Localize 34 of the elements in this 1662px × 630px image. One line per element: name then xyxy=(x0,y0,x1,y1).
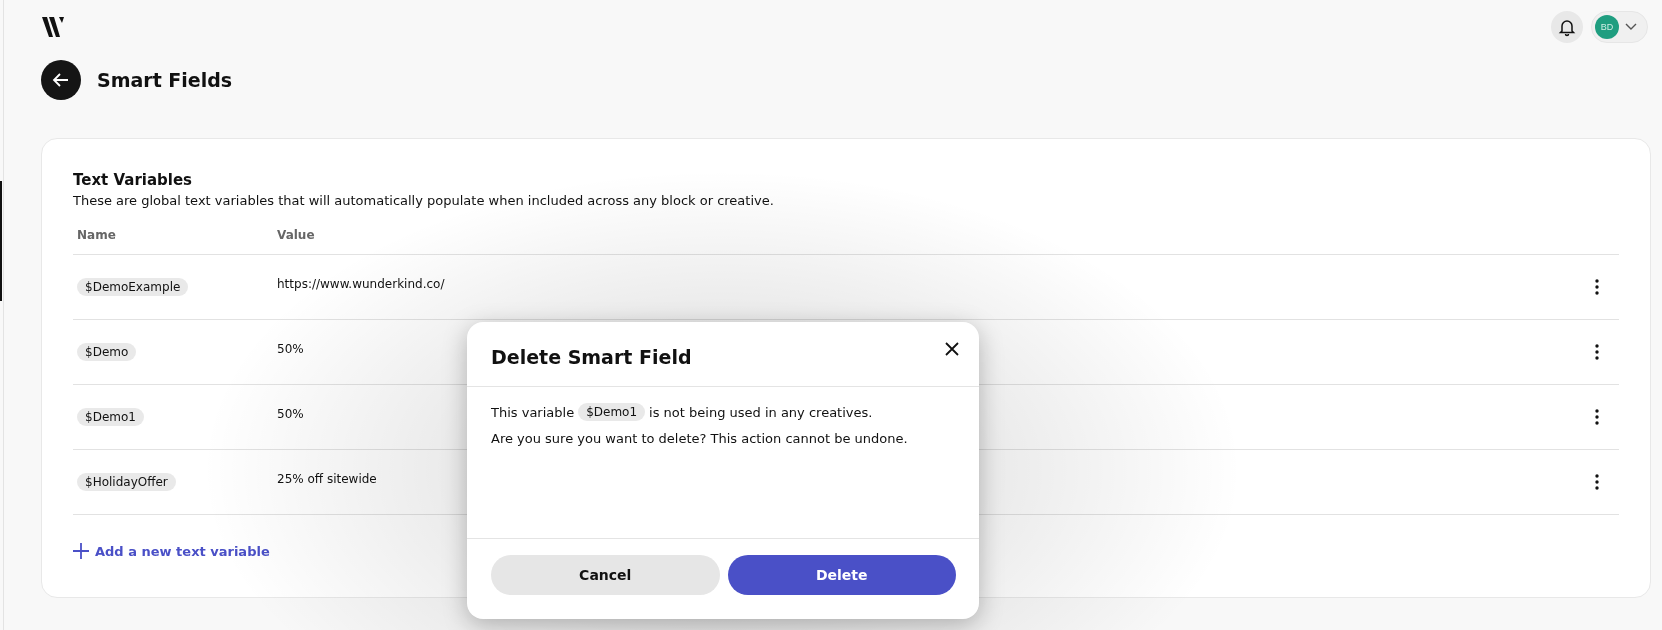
variable-chip: $Demo xyxy=(77,343,137,361)
column-header: Value xyxy=(277,228,315,242)
table-cell: 50% xyxy=(277,407,304,421)
section-description: These are global text variables that will automatically populate when included across any block or creative. xyxy=(73,193,775,208)
delete-button[interactable]: Delete xyxy=(727,555,956,595)
kebab-menu-icon xyxy=(1595,409,1599,425)
cancel-button[interactable]: Cancel xyxy=(491,555,720,595)
section-title: Text Variables xyxy=(73,171,194,189)
dialog-message: Are you sure you want to delete? This action cannot be undone. xyxy=(491,431,909,446)
variable-chip: $DemoExample xyxy=(77,278,189,296)
close-icon xyxy=(945,342,959,356)
kebab-menu-icon xyxy=(1595,474,1599,490)
variable-chip: $HolidayOffer xyxy=(77,473,176,491)
notifications-button[interactable] xyxy=(1551,11,1583,43)
dialog-message: This variable xyxy=(491,404,575,420)
page-title: Smart Fields xyxy=(97,69,233,91)
dialog-message: is not being used in any creatives. xyxy=(649,404,873,420)
kebab-menu-icon xyxy=(1595,344,1599,360)
table-cell: https://www.wunderkind.co/ xyxy=(277,277,445,291)
plus-icon xyxy=(73,543,89,559)
avatar: BD xyxy=(1595,15,1619,39)
close-button[interactable] xyxy=(943,340,961,358)
table-cell: 50% xyxy=(277,342,304,356)
back-button[interactable] xyxy=(41,60,81,100)
variable-chip: $Demo1 xyxy=(77,408,144,426)
arrow-left-icon xyxy=(52,71,70,89)
variable-chip: $Demo1 xyxy=(578,403,646,421)
table-cell: 25% off sitewide xyxy=(277,472,377,486)
bell-icon xyxy=(1557,17,1577,37)
column-header: Name xyxy=(77,228,117,242)
chevron-down-icon xyxy=(1625,23,1637,31)
kebab-menu-icon xyxy=(1595,279,1599,295)
add-variable-link[interactable]: Add a new text variable xyxy=(73,543,270,559)
dialog-title: Delete Smart Field xyxy=(491,346,692,368)
